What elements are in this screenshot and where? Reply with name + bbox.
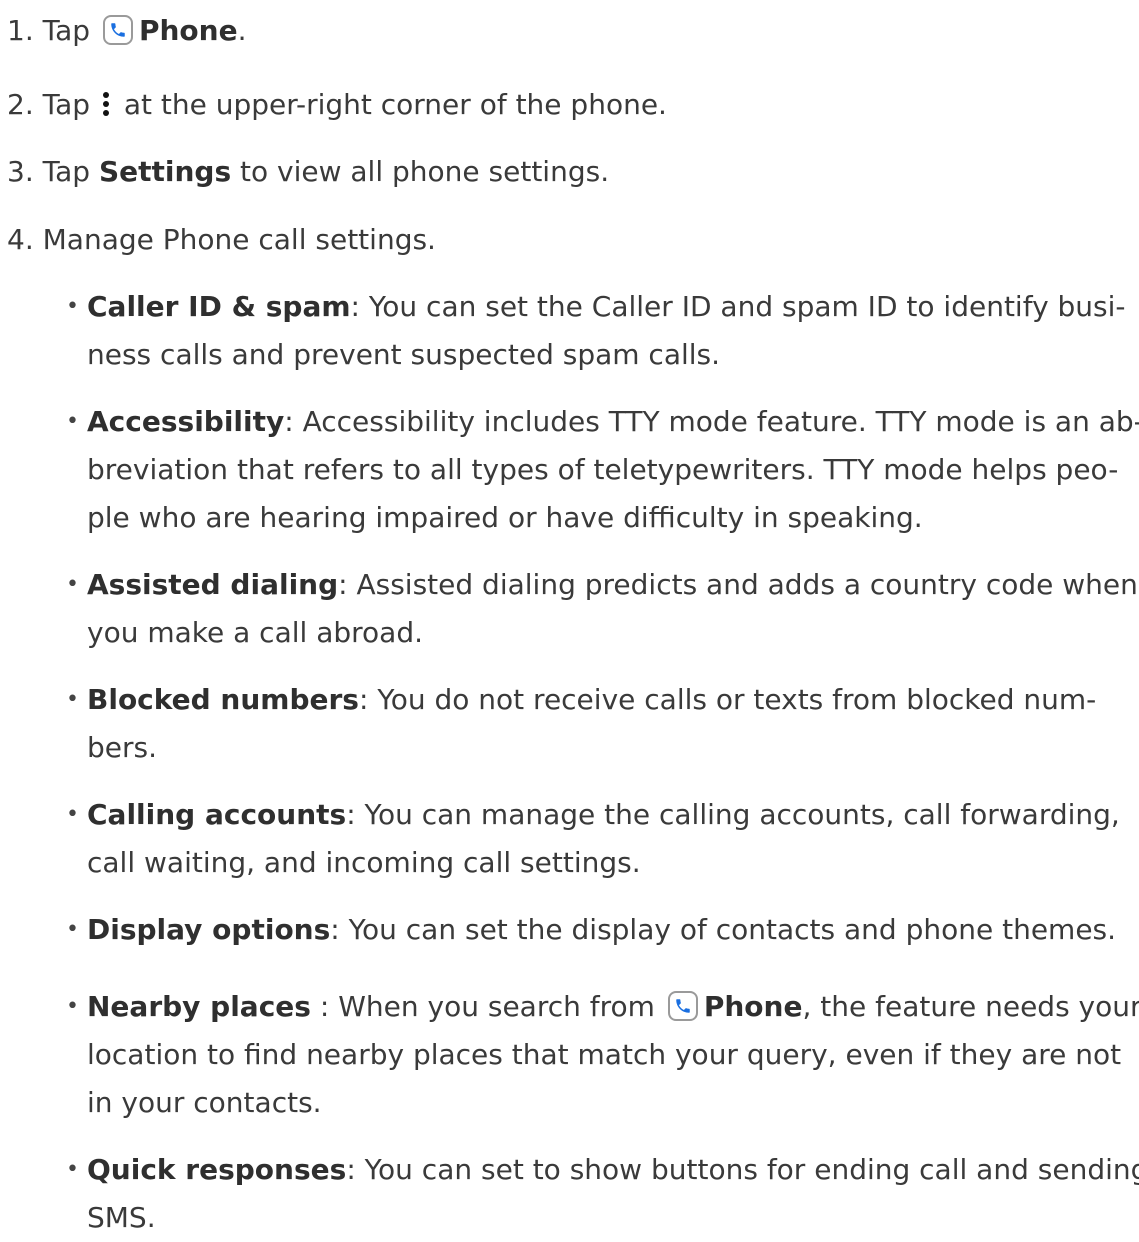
step-2: 2. Tap at the upper-right corner of the …	[7, 88, 667, 121]
bullet-icon: •	[66, 802, 79, 827]
list-item-quick-responses: • Quick responses: You can set to show b…	[66, 1146, 1139, 1242]
list-item-nearby-places: • Nearby places : When you search from P…	[66, 983, 1139, 1127]
step-text: Manage Phone call settings.	[42, 223, 436, 256]
bullet-icon: •	[66, 409, 79, 434]
step-text: Tap	[42, 88, 99, 121]
step-4: 4. Manage Phone call settings.	[7, 223, 436, 257]
list-item-assisted-dialing: • Assisted dialing: Assisted dialing pre…	[66, 561, 1138, 657]
step-number: 1.	[7, 14, 34, 47]
list-item-caller-id: • Caller ID & spam: You can set the Call…	[66, 283, 1126, 379]
list-item-display-options: • Display options: You can set the displ…	[66, 906, 1126, 954]
bullet-icon: •	[66, 1157, 79, 1182]
step-1: 1. Tap Phone.	[7, 14, 247, 47]
list-item-calling-accounts: • Calling accounts: You can manage the c…	[66, 791, 1126, 887]
bullet-icon: •	[66, 572, 79, 597]
phone-app-icon	[102, 15, 133, 45]
step-text: Tap	[42, 14, 99, 47]
step-number: 2.	[7, 88, 34, 121]
list-item-blocked-numbers: • Blocked numbers: You do not receive ca…	[66, 676, 1126, 772]
step-3: 3. Tap Settings to view all phone settin…	[7, 155, 610, 188]
bullet-icon: •	[66, 917, 79, 942]
step-number: 3.	[7, 155, 34, 188]
phone-label: Phone	[138, 14, 238, 47]
list-item-accessibility: • Accessibility: Accessibility includes …	[66, 398, 1139, 542]
step-text: Tap	[42, 155, 99, 188]
settings-label: Settings	[98, 155, 232, 188]
bullet-icon: •	[66, 687, 79, 712]
more-vert-icon	[101, 90, 111, 118]
phone-app-icon	[667, 991, 698, 1021]
bullet-icon: •	[66, 994, 79, 1019]
step-number: 4.	[7, 223, 34, 256]
bullet-icon: •	[66, 294, 79, 319]
